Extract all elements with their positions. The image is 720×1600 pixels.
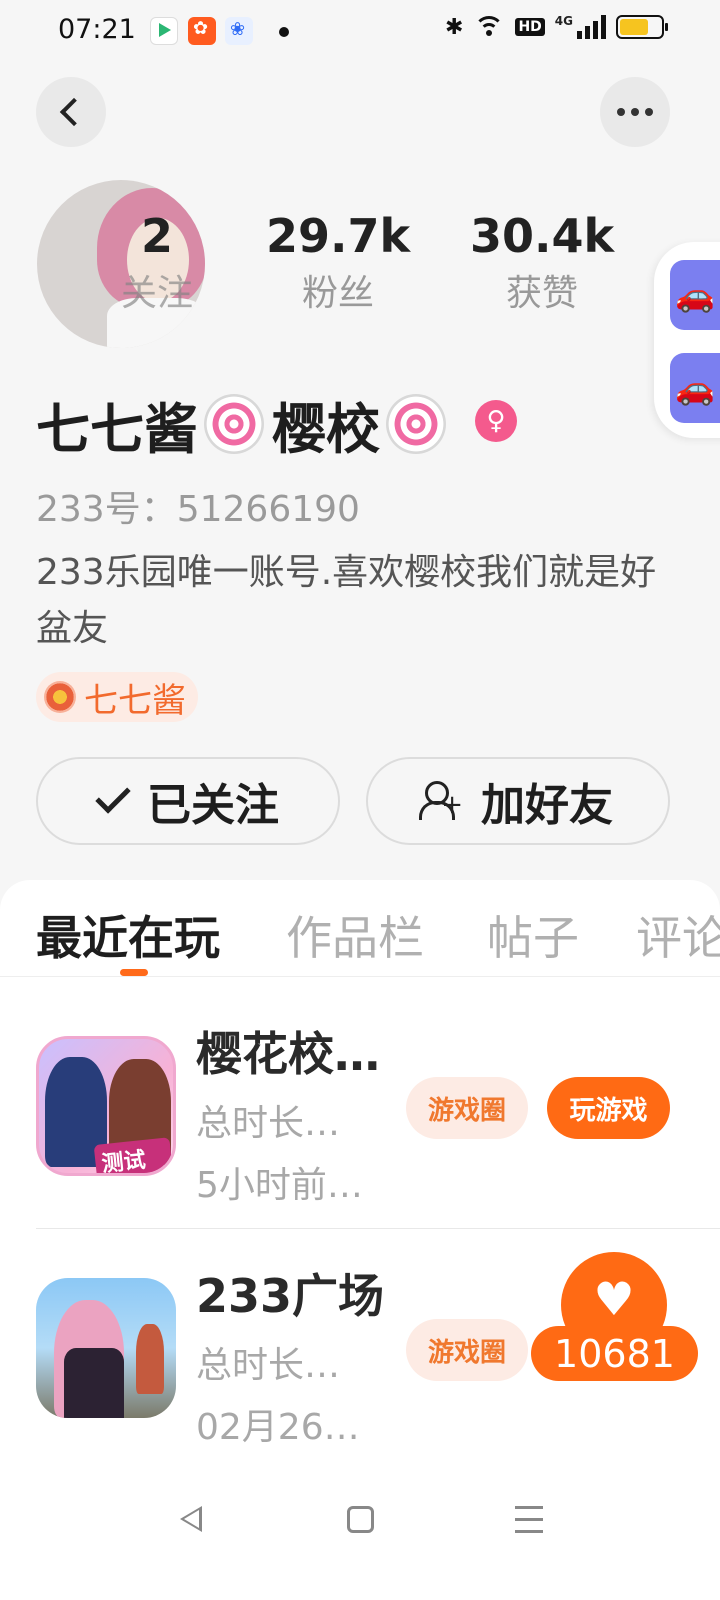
stat-likes[interactable]: 30.4k 获赞 — [464, 208, 620, 316]
system-nav-bar — [0, 1480, 720, 1600]
female-icon: ♀ — [475, 400, 517, 442]
game-item-sakura[interactable]: 测试版 樱花校… 总时长… 5小时前… 游戏圈 玩游戏 — [36, 1018, 720, 1218]
fans-label: 粉丝 — [301, 273, 374, 314]
tab-comments[interactable]: 评论 — [636, 902, 720, 968]
following-count: 2 — [140, 209, 173, 263]
status-time: 07:21 — [58, 14, 136, 45]
game-last-played: 02月26… — [196, 1407, 360, 1448]
name-part2: 樱校 — [272, 397, 380, 461]
stat-fans[interactable]: 29.7k 粉丝 — [262, 208, 414, 316]
baidu-app-icon — [225, 17, 253, 45]
add-friend-button[interactable]: + 加好友 — [366, 757, 670, 845]
car-icon[interactable]: 🚗 — [670, 353, 720, 423]
tag-badge-icon — [44, 681, 76, 713]
game-circle-button[interactable]: 游戏圈 — [406, 1077, 528, 1139]
account-id[interactable]: 233号：51266190 — [36, 480, 360, 532]
profile-bio: 233乐园唯一账号.喜欢樱校我们就是好盆友 — [36, 552, 657, 649]
followed-label: 已关注 — [147, 780, 279, 831]
fans-count: 29.7k — [265, 209, 411, 263]
likes-label: 获赞 — [505, 273, 578, 314]
followed-button[interactable]: 已关注 — [36, 757, 340, 845]
notification-dot — [279, 27, 289, 37]
lollipop-icon — [204, 394, 264, 454]
more-options-button[interactable] — [600, 77, 670, 147]
active-tab-indicator — [120, 969, 148, 976]
profile-name: 七七酱 樱校 — [36, 388, 454, 461]
nav-menu-icon[interactable] — [515, 1506, 543, 1542]
game-last-played: 5小时前… — [196, 1165, 363, 1206]
car-icon[interactable]: 🚗 — [670, 260, 720, 330]
hd-icon: HD — [515, 18, 545, 36]
game-title: 233广场 — [196, 1269, 385, 1323]
game-circle-button[interactable]: 游戏圈 — [406, 1319, 528, 1381]
stat-following[interactable]: 2 关注 — [112, 208, 202, 316]
game-duration: 总时长… — [196, 1345, 341, 1386]
check-icon — [95, 778, 131, 814]
name-part1: 七七酱 — [36, 397, 198, 461]
lollipop-icon — [386, 394, 446, 454]
add-friend-icon: + — [419, 781, 463, 821]
heart-icon: ♥ — [593, 1272, 635, 1326]
tab-posts[interactable]: 帖子 — [487, 902, 579, 968]
4g-signal-icon — [577, 15, 606, 39]
beta-badge: 测试版 — [93, 1137, 173, 1173]
plaza-game-icon[interactable] — [36, 1278, 176, 1418]
likes-count: 30.4k — [469, 209, 615, 263]
game-duration: 总时长… — [196, 1103, 341, 1144]
more-dots-icon — [617, 108, 625, 116]
4g-label: 4G — [554, 14, 573, 28]
wifi-icon — [473, 14, 505, 40]
status-icons: ✱ HD 4G — [445, 14, 668, 40]
kuaishou-app-icon — [188, 17, 216, 45]
back-button[interactable] — [36, 77, 106, 147]
tab-recently-played[interactable]: 最近在玩 — [36, 902, 220, 968]
bluetooth-icon: ✱ — [445, 14, 464, 40]
like-count[interactable]: 10681 — [531, 1326, 698, 1381]
nav-back-icon[interactable] — [178, 1504, 204, 1534]
play-game-button[interactable]: 玩游戏 — [547, 1077, 670, 1139]
tag-label: 七七酱 — [84, 680, 186, 721]
tab-works[interactable]: 作品栏 — [286, 902, 424, 968]
following-label: 关注 — [120, 273, 193, 314]
status-bar: 07:21 ✱ HD 4G — [0, 0, 720, 64]
game-title: 樱花校… — [196, 1027, 380, 1081]
video-app-icon — [150, 17, 178, 45]
nav-home-icon[interactable] — [347, 1506, 374, 1533]
tab-bar: 最近在玩 作品栏 帖子 评论 — [0, 880, 720, 977]
add-friend-label: 加好友 — [481, 780, 613, 831]
sakura-school-game-icon[interactable]: 测试版 — [36, 1036, 176, 1176]
profile-tag[interactable]: 七七酱 — [36, 672, 198, 722]
divider — [36, 1228, 720, 1229]
battery-icon — [616, 15, 668, 39]
